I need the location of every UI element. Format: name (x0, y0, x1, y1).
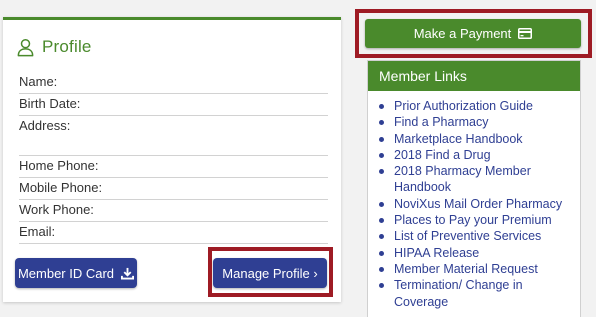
member-links-card: Member Links Prior Authorization Guide F… (367, 60, 581, 317)
name-field: Name: (19, 72, 328, 94)
link-2018-pharmacy-member-handbook[interactable]: 2018 Pharmacy Member Handbook (378, 163, 574, 196)
profile-title: Profile (42, 37, 92, 56)
address-field: Address: (19, 116, 328, 156)
manage-profile-highlight (208, 247, 333, 297)
link-places-to-pay-premium[interactable]: Places to Pay your Premium (378, 212, 574, 228)
mobile-phone-label: Mobile Phone: (19, 180, 103, 195)
work-phone-label: Work Phone: (19, 202, 94, 217)
profile-header: Profile (16, 37, 92, 57)
home-phone-label: Home Phone: (19, 158, 99, 173)
member-id-card-label: Member ID Card (17, 265, 115, 281)
link-novixus-mail-order-pharmacy[interactable]: NoviXus Mail Order Pharmacy (378, 196, 574, 212)
download-icon (121, 267, 135, 280)
member-links-list: Prior Authorization Guide Find a Pharmac… (368, 91, 580, 310)
make-payment-highlight (355, 9, 592, 58)
link-marketplace-handbook[interactable]: Marketplace Handbook (378, 131, 574, 147)
link-find-a-pharmacy[interactable]: Find a Pharmacy (378, 114, 574, 130)
link-member-material-request[interactable]: Member Material Request (378, 261, 574, 277)
work-phone-field: Work Phone: (19, 200, 328, 222)
member-dashboard: Profile Name: Birth Date: Address: Home … (0, 0, 596, 317)
birth-date-label: Birth Date: (19, 96, 81, 111)
email-field: Email: (19, 222, 328, 244)
email-label: Email: (19, 224, 56, 239)
address-label: Address: (19, 118, 71, 133)
name-label: Name: (19, 74, 58, 89)
mobile-phone-field: Mobile Phone: (19, 178, 328, 200)
link-list-of-preventive-services[interactable]: List of Preventive Services (378, 228, 574, 244)
member-links-header: Member Links (368, 61, 580, 91)
home-phone-field: Home Phone: (19, 156, 328, 178)
link-prior-authorization-guide[interactable]: Prior Authorization Guide (378, 98, 574, 114)
birth-date-field: Birth Date: (19, 94, 328, 116)
user-outline-icon (16, 38, 35, 57)
member-id-card-button[interactable]: Member ID Card (15, 258, 137, 288)
link-termination-change-in-coverage[interactable]: Termination/ Change in Coverage (378, 277, 574, 310)
link-hipaa-release[interactable]: HIPAA Release (378, 245, 574, 261)
link-2018-find-a-drug[interactable]: 2018 Find a Drug (378, 147, 574, 163)
